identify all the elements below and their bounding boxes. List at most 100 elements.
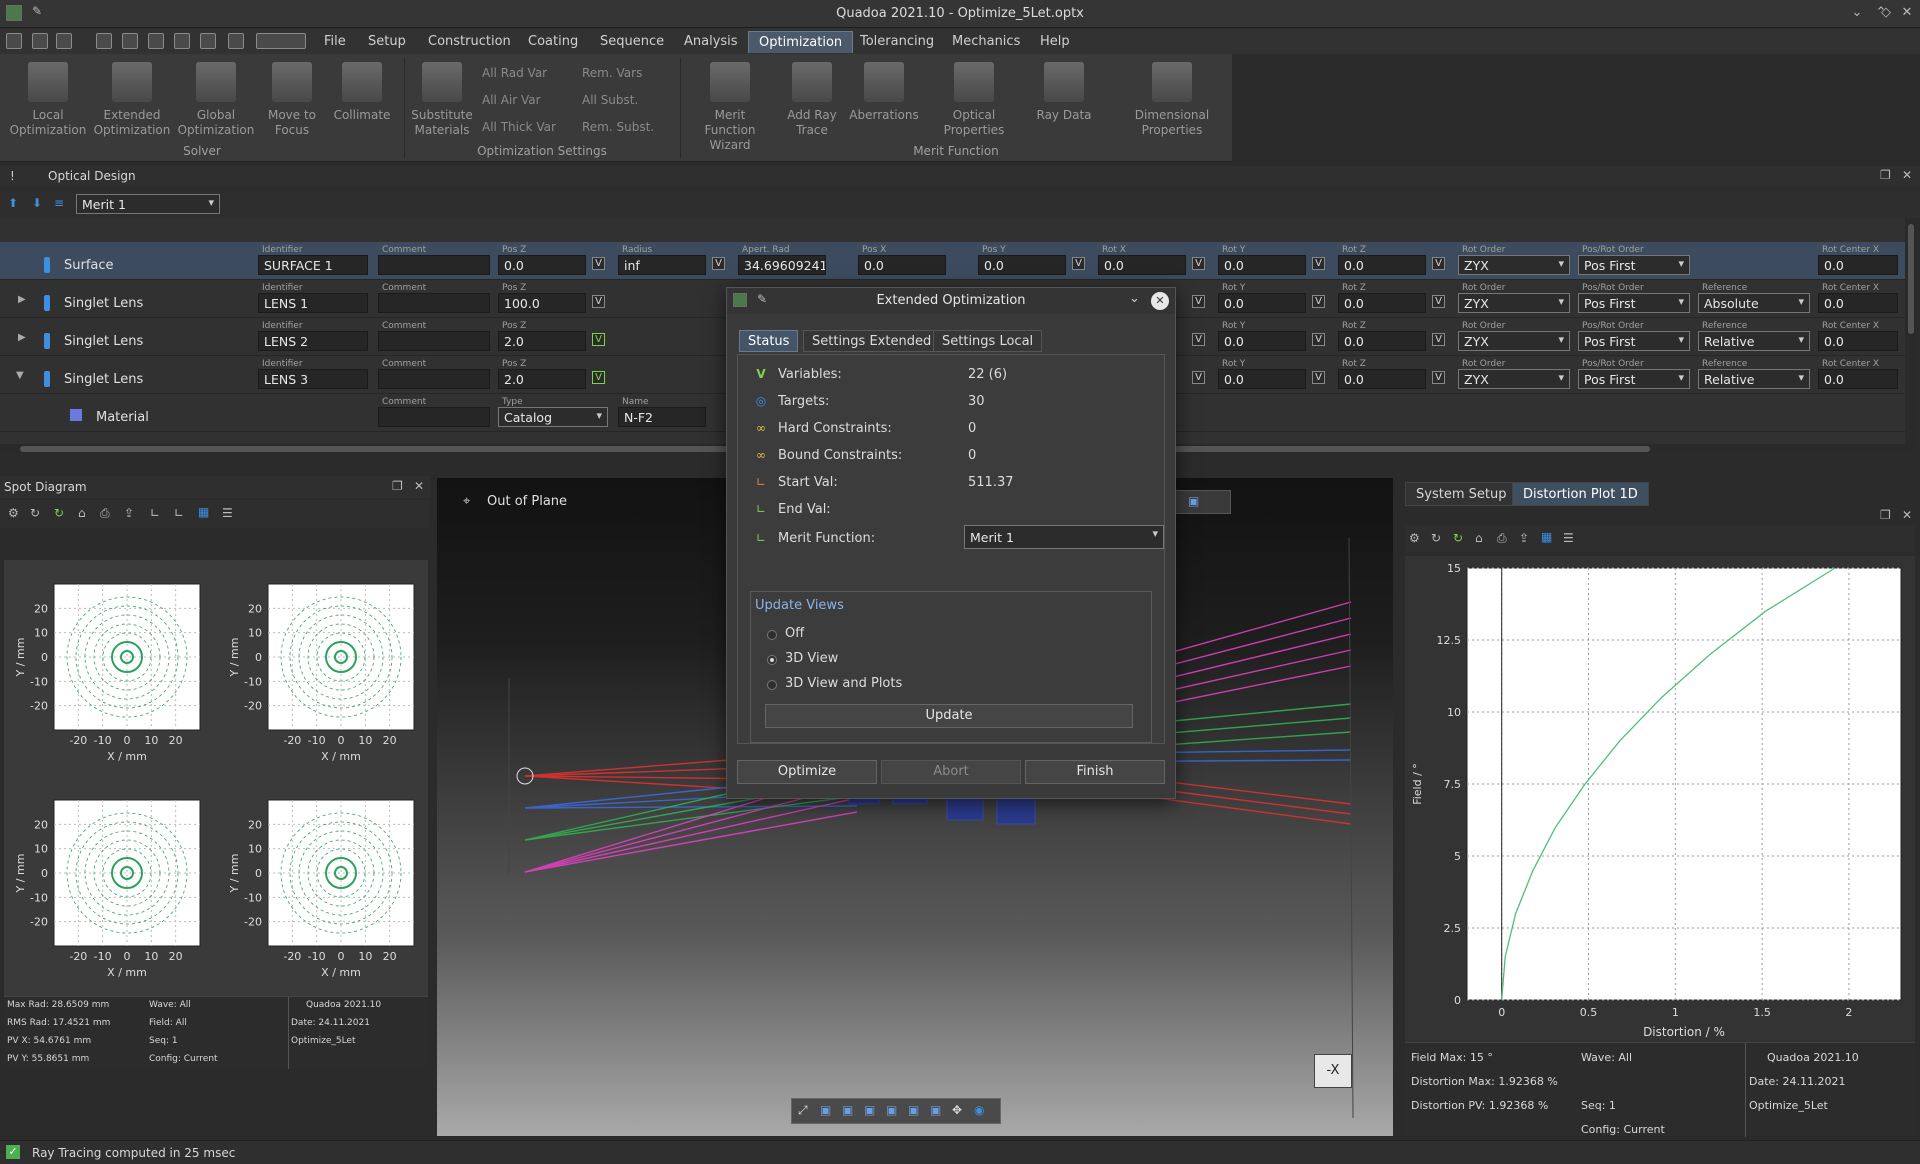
rot-center-x-field[interactable]: 0.0 [1818,369,1898,389]
new-file-icon[interactable] [6,33,22,49]
pos-rot-order-select[interactable]: Pos First [1578,331,1690,351]
comment-field[interactable] [378,369,490,389]
all-rad-var-button[interactable]: All Rad Var [482,66,547,80]
settings-icon[interactable] [228,33,244,49]
reference-select[interactable]: Relative [1698,331,1810,351]
rot-order-select[interactable]: ZYX [1458,369,1570,389]
grid-icon[interactable]: ▦ [198,505,209,519]
variable-checkbox[interactable]: V [1192,371,1205,384]
window-icon[interactable] [256,33,306,49]
list-icon[interactable]: ≡ [54,196,64,210]
variable-checkbox[interactable]: V [592,257,605,270]
refresh-icon[interactable] [200,33,216,49]
close-dialog-icon[interactable]: ✕ [1151,292,1169,310]
print-icon[interactable]: ⎙ [1497,531,1507,546]
restore-icon[interactable]: ◇ [1877,4,1895,22]
rot-center-x-field[interactable]: 0.0 [1818,255,1898,275]
save-icon[interactable] [96,33,112,49]
rem-vars-button[interactable]: Rem. Vars [582,66,642,80]
variable-checkbox[interactable]: V [1192,295,1205,308]
posy-field[interactable]: 0.0 [978,255,1066,275]
tab-distortion-plot[interactable]: Distortion Plot 1D [1512,482,1649,506]
variable-checkbox[interactable]: V [1312,333,1325,346]
rem-subst-button[interactable]: Rem. Subst. [582,120,654,134]
reference-select[interactable]: Absolute [1698,293,1810,313]
list-icon[interactable]: ☰ [1563,531,1574,545]
global-optimization-button[interactable]: Global Optimization [176,62,256,138]
insert-above-icon[interactable]: ⬆ [8,196,18,210]
print-icon[interactable]: ⎙ [100,506,110,521]
collapse-icon[interactable]: ⌄ [1129,291,1140,306]
menu-sequence[interactable]: Sequence [600,34,664,49]
menu-file[interactable]: File [324,34,346,49]
substitute-materials-button[interactable]: Substitute Materials [402,62,482,138]
identifier-field[interactable]: LENS 2 [258,331,368,351]
comment-field[interactable] [378,331,490,351]
collapse-icon[interactable]: ▼ [16,370,24,381]
out-of-plane-icon[interactable]: ⌖ [463,494,470,509]
comment-field[interactable] [378,255,490,275]
aperture-field[interactable]: 34.69609241 [738,255,826,275]
identifier-field[interactable]: LENS 3 [258,369,368,389]
variable-checkbox[interactable]: V [1432,371,1445,384]
optical-properties-button[interactable]: Optical Properties [934,62,1014,138]
posz-field[interactable]: 2.0 [498,331,586,351]
variable-checkbox[interactable]: V [592,295,605,308]
abort-button[interactable]: Abort [881,760,1021,784]
roty-field[interactable]: 0.0 [1218,331,1306,351]
pos-rot-order-select[interactable]: Pos First [1578,369,1690,389]
comment-field[interactable] [378,407,490,427]
roty-field[interactable]: 0.0 [1218,369,1306,389]
radio-3d-view-plots[interactable] [767,680,777,690]
tab-settings-local[interactable]: Settings Local [933,330,1043,352]
menu-coating[interactable]: Coating [528,34,578,49]
add-ray-trace-button[interactable]: Add Ray Trace [772,62,852,138]
menu-tolerancing[interactable]: Tolerancing [860,34,934,49]
rot-center-x-field[interactable]: 0.0 [1818,293,1898,313]
rotz-field[interactable]: 0.0 [1338,331,1426,351]
close-panel-icon[interactable]: ✕ [414,479,424,493]
variable-checkbox[interactable]: V [1432,333,1445,346]
reference-select[interactable]: Relative [1698,369,1810,389]
float-panel-icon[interactable]: ❐ [1880,508,1891,522]
home-icon[interactable]: ⌂ [1475,531,1483,545]
vertical-scrollbar[interactable] [1905,218,1917,454]
menu-help[interactable]: Help [1040,34,1070,49]
dimensional-properties-button[interactable]: Dimensional Properties [1124,62,1220,138]
tab-settings-extended[interactable]: Settings Extended [803,330,941,352]
tab-status[interactable]: Status [739,330,799,352]
axis-direction-button[interactable]: -X [1314,1054,1352,1088]
close-panel-icon[interactable]: ✕ [1902,168,1912,182]
merit-function-select[interactable]: Merit 1 [964,525,1164,549]
redo-icon[interactable] [174,33,190,49]
variable-checkbox[interactable]: V [1192,257,1205,270]
all-thick-var-button[interactable]: All Thick Var [482,120,556,134]
variable-checkbox[interactable]: V [1312,257,1325,270]
ray-data-button[interactable]: Ray Data [1024,62,1104,123]
close-panel-icon[interactable]: ✕ [1902,508,1912,522]
rot-order-select[interactable]: ZYX [1458,255,1570,275]
menu-analysis[interactable]: Analysis [684,34,738,49]
refresh-icon[interactable]: ↻ [1431,531,1441,545]
rotate-icon[interactable]: ✥ [952,1103,962,1117]
posz-field[interactable]: 0.0 [498,255,586,275]
pos-rot-order-select[interactable]: Pos First [1578,293,1690,313]
rotz-field[interactable]: 0.0 [1338,293,1426,313]
table-row[interactable]: Surface Identifier SURFACE 1 Comment Pos… [0,242,1905,280]
rotz-field[interactable]: 0.0 [1338,255,1426,275]
rot-order-select[interactable]: ZYX [1458,293,1570,313]
posx-field[interactable]: 0.0 [858,255,946,275]
local-optimization-button[interactable]: Local Optimization [8,62,88,138]
view-front-icon[interactable]: ▣ [820,1103,831,1117]
pos-rot-order-select[interactable]: Pos First [1578,255,1690,275]
fit-view-icon[interactable]: ⤢ [798,1103,808,1118]
roty-field[interactable]: 0.0 [1218,293,1306,313]
home-icon[interactable]: ⌂ [78,506,86,520]
move-to-focus-button[interactable]: Move to Focus [252,62,332,138]
collimate-button[interactable]: Collimate [322,62,402,123]
scrollbar-thumb[interactable] [1908,224,1914,334]
rotz-field[interactable]: 0.0 [1338,369,1426,389]
float-panel-icon[interactable]: ❐ [1880,168,1891,182]
material-name-field[interactable]: N-F2 [618,407,706,427]
comment-field[interactable] [378,293,490,313]
